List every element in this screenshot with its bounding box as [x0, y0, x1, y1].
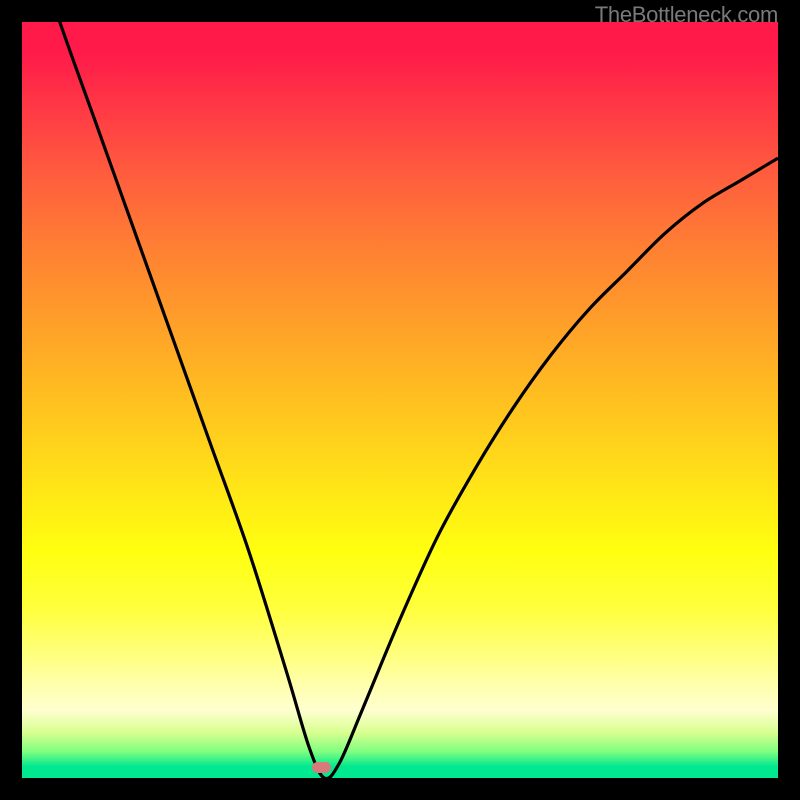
bottleneck-curve-line	[22, 22, 778, 778]
chart-plot-area	[22, 22, 778, 778]
watermark-text: TheBottleneck.com	[595, 2, 778, 28]
chart-curve-svg	[22, 22, 778, 778]
minimum-marker	[312, 762, 331, 773]
